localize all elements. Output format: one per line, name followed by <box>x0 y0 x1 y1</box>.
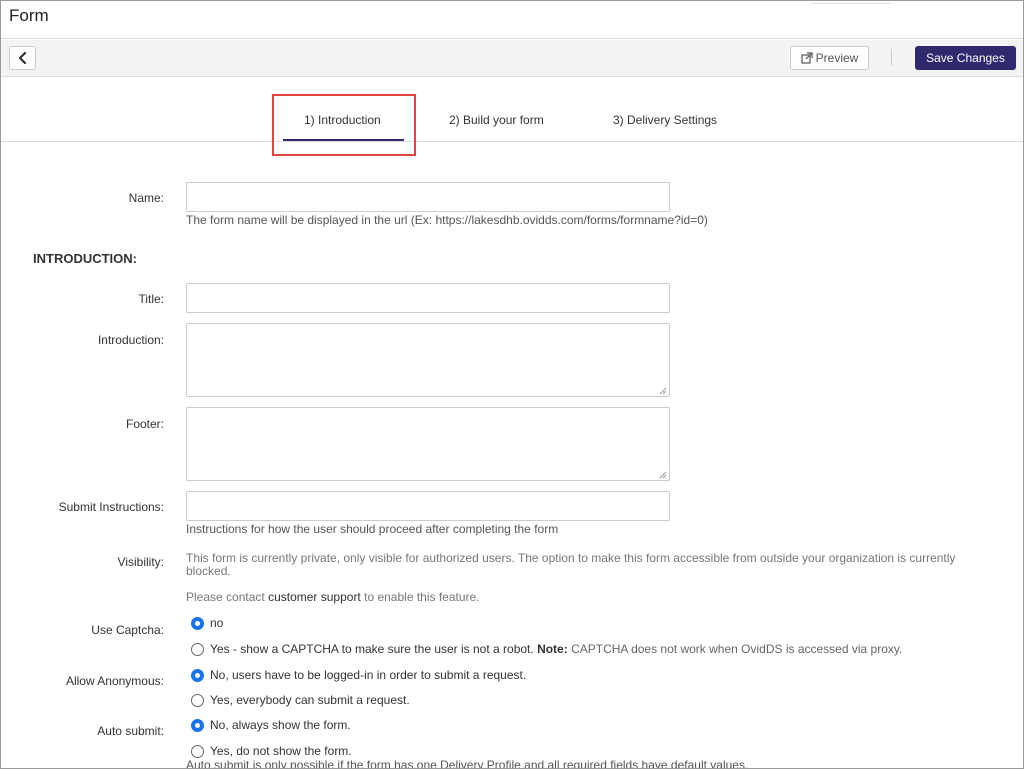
toolbar-separator <box>891 49 892 66</box>
radio-unselected-icon[interactable] <box>191 693 204 707</box>
contact-suffix: to enable this feature. <box>360 590 480 604</box>
tab-build-form[interactable]: 2) Build your form <box>449 113 544 127</box>
auto-submit-yes-option[interactable]: Yes, do not show the form. <box>191 744 352 758</box>
radio-unselected-icon[interactable] <box>191 642 204 656</box>
resize-grip-icon[interactable] <box>659 387 667 395</box>
back-button[interactable] <box>9 46 36 70</box>
name-label: Name: <box>128 191 164 205</box>
introduction-section-title: INTRODUCTION: <box>33 251 137 266</box>
resize-grip-icon[interactable] <box>659 471 667 479</box>
introduction-textarea[interactable] <box>186 323 670 397</box>
auto-submit-no-option[interactable]: No, always show the form. <box>191 718 351 732</box>
wizard-tabs: 1) Introduction 2) Build your form 3) De… <box>1 78 1023 156</box>
title-input[interactable] <box>186 283 670 313</box>
title-label: Title: <box>138 292 164 306</box>
allow-anonymous-label: Allow Anonymous: <box>65 674 164 688</box>
visibility-label: Visibility: <box>117 555 164 569</box>
auto-submit-yes-label: Yes, do not show the form. <box>210 744 352 758</box>
save-changes-button[interactable]: Save Changes <box>915 46 1016 70</box>
submit-instructions-input[interactable] <box>186 491 670 521</box>
introduction-label: Introduction: <box>97 333 164 347</box>
page-title: Form <box>9 6 49 25</box>
use-captcha-label: Use Captcha: <box>91 623 164 637</box>
auto-submit-label: Auto submit: <box>97 724 164 738</box>
preview-button[interactable]: Preview <box>790 46 869 70</box>
contact-prefix: Please contact <box>186 590 269 604</box>
customer-support-link[interactable]: customer support <box>268 590 361 604</box>
submit-instructions-label: Submit Instructions: <box>58 500 164 514</box>
title-bar-divider <box>811 1 891 4</box>
radio-selected-icon[interactable] <box>191 718 204 732</box>
title-bar: Form <box>1 1 1023 39</box>
auto-submit-no-label: No, always show the form. <box>210 718 351 732</box>
preview-label: Preview <box>815 51 859 65</box>
radio-selected-icon[interactable] <box>191 616 204 630</box>
auto-submit-help-text: Auto submit is only possible if the form… <box>186 758 749 769</box>
external-link-icon <box>801 52 813 64</box>
footer-textarea[interactable] <box>186 407 670 481</box>
form-editor-window: Form Preview Save Changes 1) Introductio… <box>0 0 1024 769</box>
visibility-contact: Please contact customer support to enabl… <box>186 590 480 604</box>
radio-selected-icon[interactable] <box>191 668 204 682</box>
visibility-text: This form is currently private, only vis… <box>186 551 956 578</box>
toolbar: Preview Save Changes <box>1 40 1023 77</box>
anonymous-no-option[interactable]: No, users have to be logged-in in order … <box>191 668 526 682</box>
name-input[interactable] <box>186 182 670 212</box>
tab-delivery-settings[interactable]: 3) Delivery Settings <box>613 113 717 127</box>
captcha-yes-option[interactable]: Yes - show a CAPTCHA to make sure the us… <box>191 642 902 656</box>
chevron-left-icon <box>18 52 26 64</box>
submit-instructions-help-text: Instructions for how the user should pro… <box>186 522 559 536</box>
captcha-no-label: no <box>210 616 224 630</box>
footer-label: Footer: <box>125 417 164 431</box>
anonymous-no-label: No, users have to be logged-in in order … <box>210 668 527 682</box>
captcha-yes-label: Yes - show a CAPTCHA to make sure the us… <box>210 642 903 656</box>
captcha-no-option[interactable]: no <box>191 616 223 630</box>
annotation-highlight-box <box>272 94 416 156</box>
anonymous-yes-option[interactable]: Yes, everybody can submit a request. <box>191 693 410 707</box>
anonymous-yes-label: Yes, everybody can submit a request. <box>210 693 410 707</box>
radio-unselected-icon[interactable] <box>191 744 204 758</box>
name-help-text: The form name will be displayed in the u… <box>186 213 708 227</box>
